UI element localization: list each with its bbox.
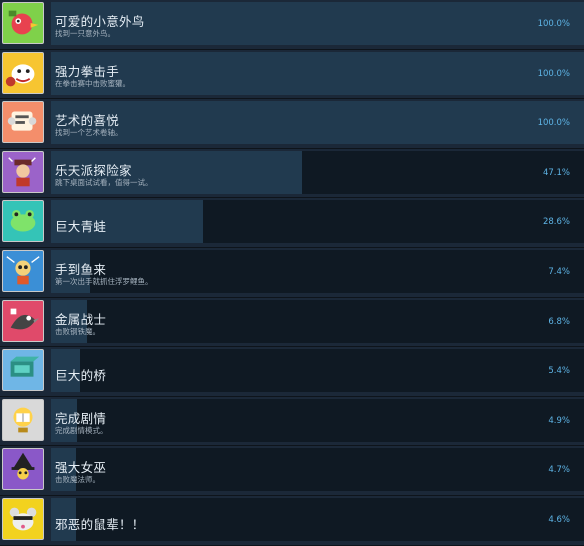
achievement-description: 在拳击赛中击败蜜獾。 [55,78,130,88]
achievement-row[interactable]: 艺术的喜悦 找到一个艺术卷轴。 100.0% [0,99,584,149]
rat-icon [2,497,44,540]
achievement-row[interactable]: 金属战士 击败钢铁魔。 6.8% [0,298,584,348]
progress-track: 金属战士 击败钢铁魔。 6.8% [51,299,584,343]
unlock-percentage: 100.0% [537,19,570,29]
fisher-icon [2,249,44,292]
progress-track: 强力拳击手 在拳击赛中击败蜜獾。 100.0% [51,51,584,95]
progress-track: 巨大的桥 5.4% [51,349,584,393]
progress-fill [51,101,584,145]
achievement-list: 可爱的小意外鸟 找到一只意外鸟。 100.0% 强力拳击手 在拳击赛中击败蜜獾。… [0,0,584,546]
unlock-percentage: 4.6% [548,514,570,525]
progress-track: 艺术的喜悦 找到一个艺术卷轴。 100.0% [51,101,584,145]
achievement-row[interactable]: 完成剧情 完成剧情模式。 4.9% [0,397,584,447]
achievement-row[interactable]: 巨大青蛙 28.6% [0,198,584,248]
progress-track: 乐天派探险家 跳下桌面试试看，值得一试。 47.1% [51,150,584,194]
witch-icon [2,448,44,491]
frog-icon [2,200,44,243]
bridge-icon [2,349,44,392]
unlock-percentage: 47.1% [542,167,570,178]
unlock-percentage: 7.4% [548,266,570,277]
progress-track: 手到鱼来 第一次出手就抓住浮罗鲤鱼。 7.4% [51,249,584,293]
unlock-percentage: 100.0% [537,118,570,129]
achievement-row[interactable]: 强力拳击手 在拳击赛中击败蜜獾。 100.0% [0,50,584,100]
unlock-percentage: 4.7% [548,465,570,476]
progress-fill [51,51,584,95]
boxer-dog-icon [2,51,44,94]
achievement-title: 巨大的桥 [55,368,107,384]
unlock-percentage: 100.0% [537,68,570,79]
achievement-description: 找到一只意外鸟。 [55,29,115,38]
achievement-row[interactable]: 巨大的桥 5.4% [0,347,584,397]
unlock-percentage: 4.9% [548,415,570,426]
explorer-icon [2,150,44,193]
achievement-row[interactable]: 可爱的小意外鸟 找到一只意外鸟。 100.0% [0,0,584,50]
progress-track: 可爱的小意外鸟 找到一只意外鸟。 100.0% [51,2,584,45]
achievement-description: 击败魔法师。 [55,475,100,485]
progress-track: 强大女巫 击败魔法师。 4.7% [51,448,584,492]
bird-icon [2,2,44,44]
achievement-row[interactable]: 乐天派探险家 跳下桌面试试看，值得一试。 47.1% [0,149,584,199]
trophy-book-icon [2,398,44,441]
progress-track: 完成剧情 完成剧情模式。 4.9% [51,398,584,442]
achievement-row[interactable]: 手到鱼来 第一次出手就抓住浮罗鲤鱼。 7.4% [0,248,584,298]
unlock-percentage: 28.6% [542,217,570,228]
achievement-description: 第一次出手就抓住浮罗鲤鱼。 [55,276,153,286]
progress-track: 邪恶的鼠辈！！ 4.6% [51,497,584,541]
achievement-row[interactable]: 邪恶的鼠辈！！ 4.6% [0,496,584,546]
achievement-description: 完成剧情模式。 [55,425,108,435]
achievement-description: 跳下桌面试试看，值得一试。 [55,177,153,187]
achievement-title: 巨大青蛙 [55,219,107,235]
achievement-description: 击败钢铁魔。 [55,326,100,336]
achievement-description: 找到一个艺术卷轴。 [55,128,123,138]
scroll-icon [2,101,44,144]
unlock-percentage: 6.8% [548,316,570,327]
unlock-percentage: 5.4% [548,366,570,377]
metal-bird-icon [2,299,44,342]
achievement-row[interactable]: 强大女巫 击败魔法师。 4.7% [0,446,584,496]
progress-track: 巨大青蛙 28.6% [51,200,584,244]
achievement-title: 邪恶的鼠辈！！ [55,516,145,532]
